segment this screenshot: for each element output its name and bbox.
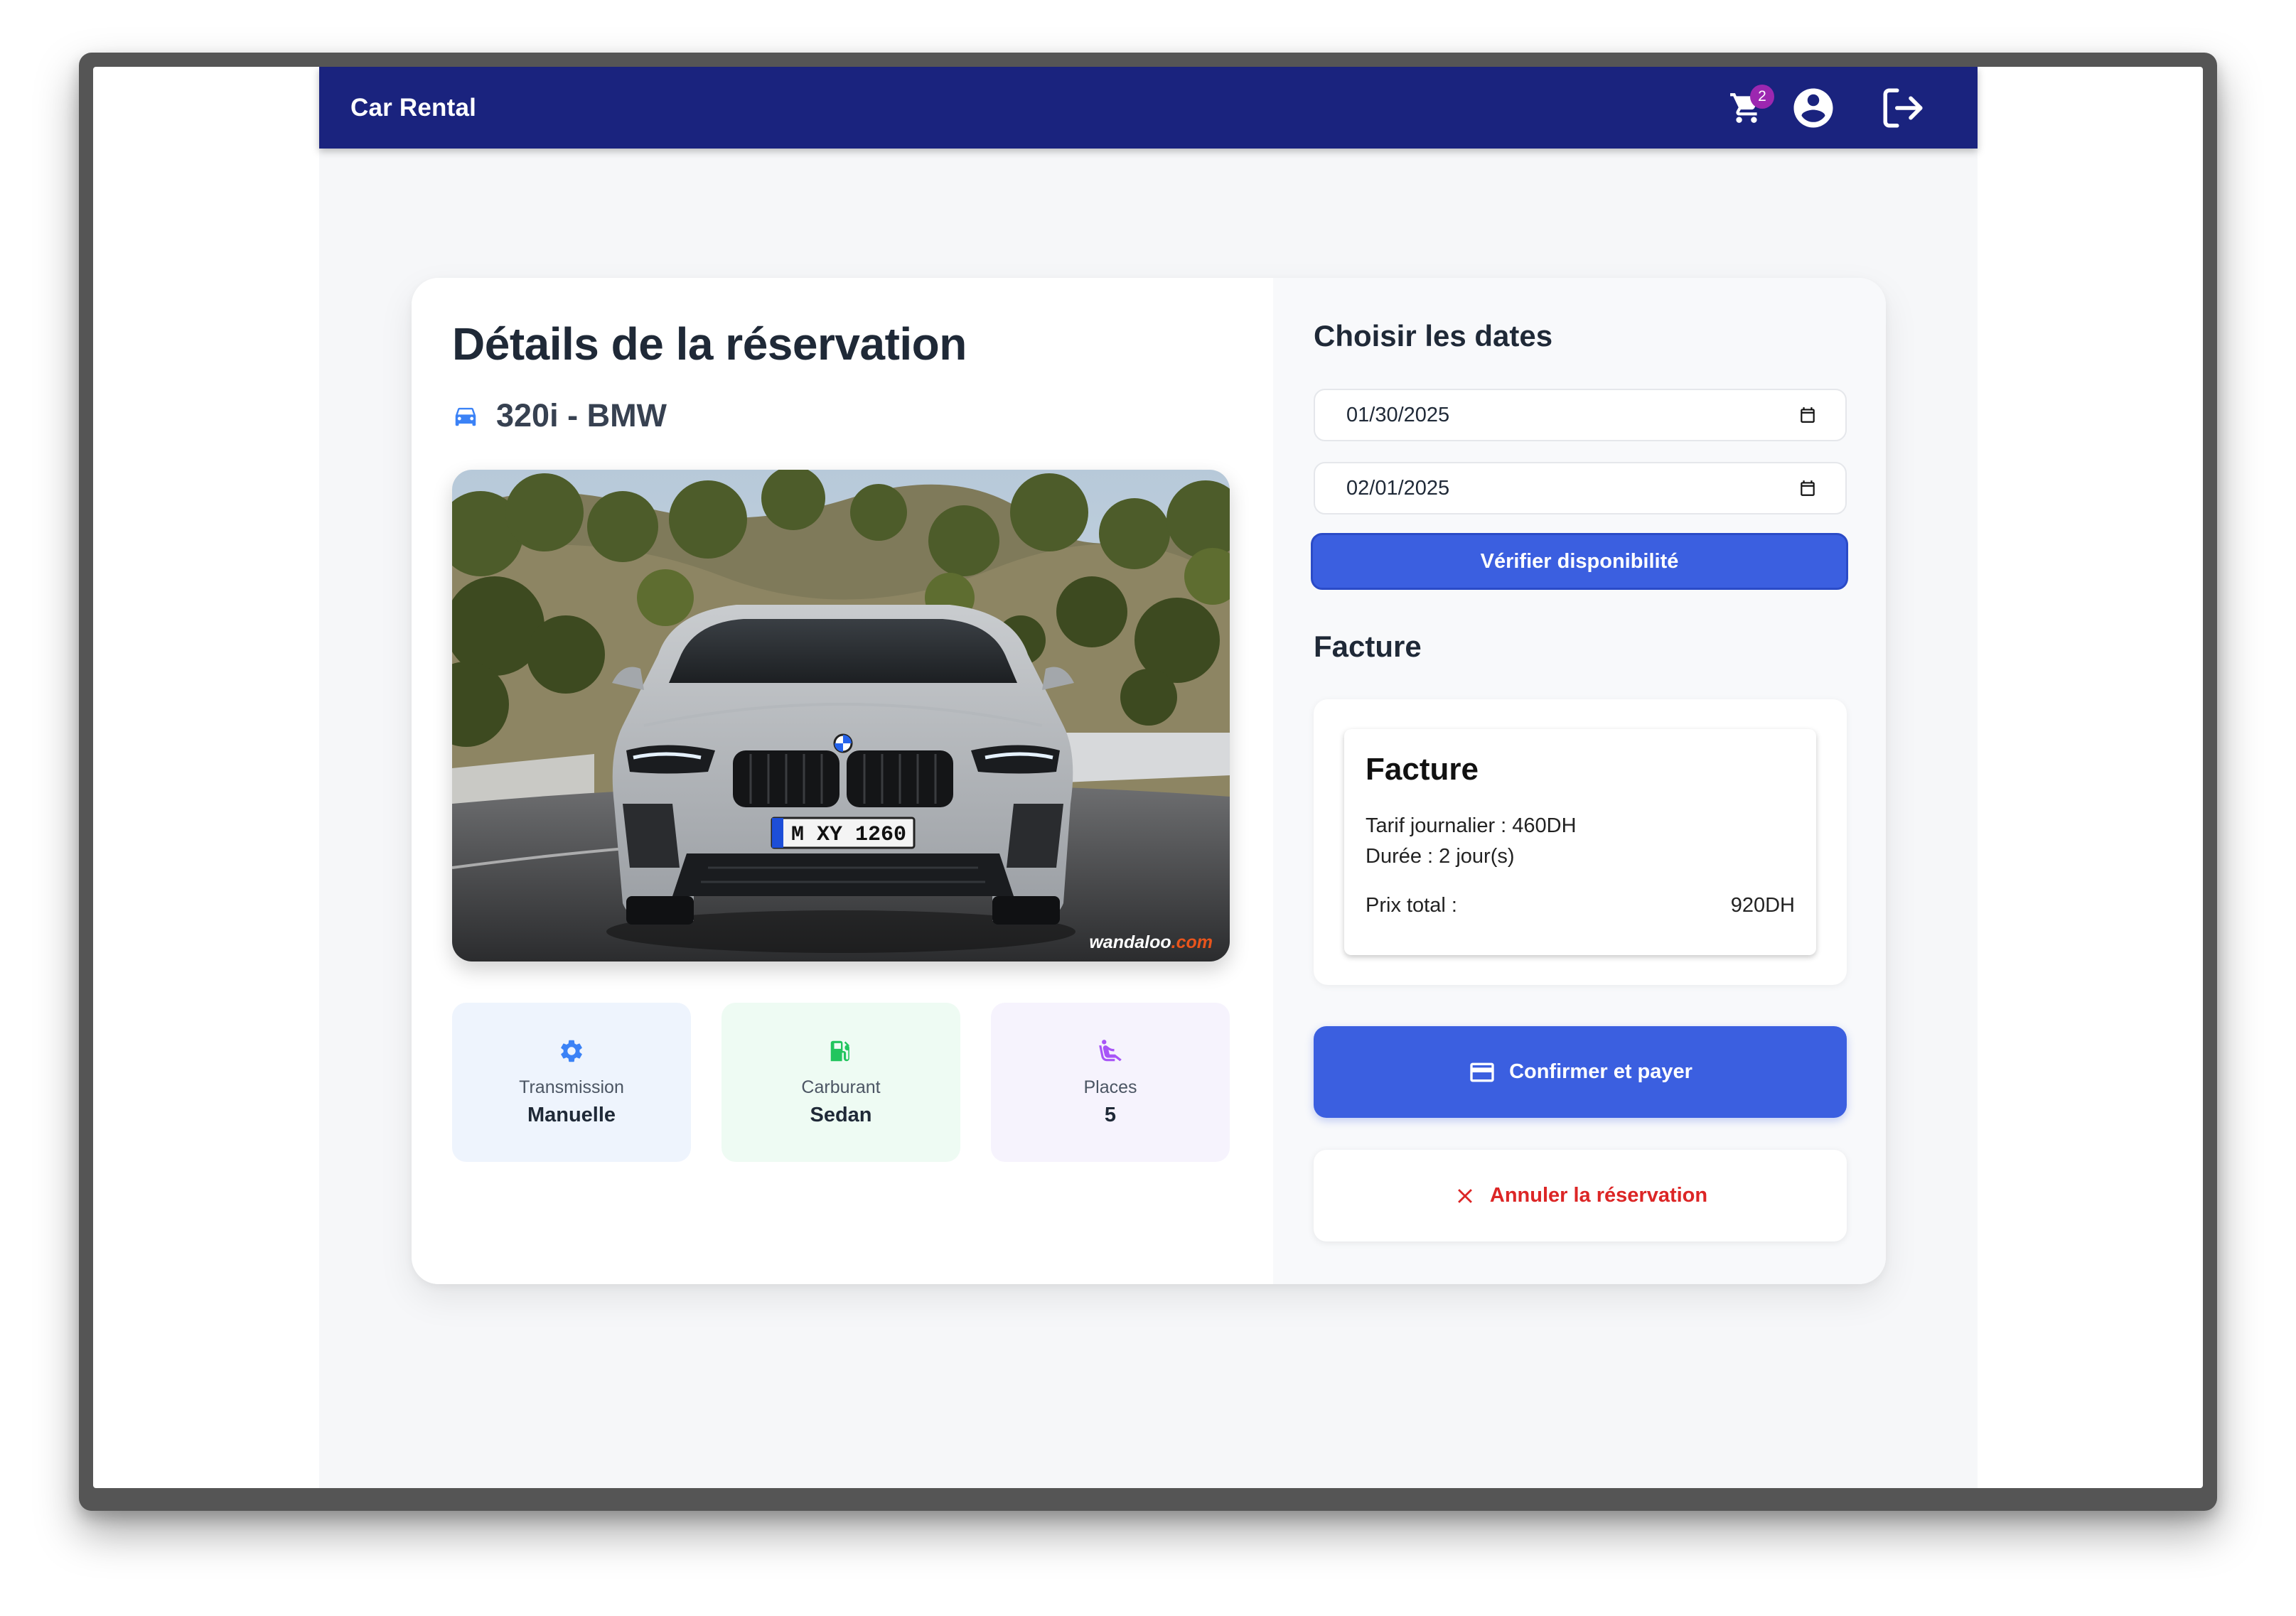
duration: Durée : 2 jour(s) [1366,845,1515,868]
spec-seats: Places 5 [991,1003,1230,1162]
nav-icons: 2 [1715,67,1935,149]
check-availability-button[interactable]: Vérifier disponibilité [1311,533,1848,590]
photo-watermark: wandaloo.com [1089,932,1213,952]
navbar: Car Rental 2 [319,67,1978,149]
license-plate-text: M XY 1260 [791,823,906,847]
reservation-details-panel: Détails de la réservation 320i - BMW M X… [412,278,1273,1284]
spec-label: Transmission [519,1077,624,1097]
spec-value: 5 [1104,1104,1117,1126]
page-title: Détails de la réservation [452,318,967,370]
spec-value: Sedan [810,1104,872,1126]
car-specs: Transmission Manuelle Carburant Sedan Pl… [452,1003,1230,1162]
window-frame: Car Rental 2 Détails de la réservation 3… [79,53,2217,1511]
calendar-icon[interactable] [1798,406,1817,424]
booking-panel: Choisir les dates 01/30/2025 02/01/2025 [1273,278,1886,1284]
confirm-pay-label: Confirmer et payer [1509,1060,1693,1083]
spec-fuel: Carburant Sedan [721,1003,960,1162]
car-photo: M XY 1260 wandaloo.com [452,470,1230,961]
app-container: Car Rental 2 Détails de la réservation 3… [319,67,1978,1488]
daily-rate: Tarif journalier : 460DH [1366,814,1577,837]
cart-count-badge: 2 [1750,84,1774,109]
invoice-heading: Facture [1314,630,1422,663]
cancel-reservation-label: Annuler la réservation [1489,1184,1708,1207]
car-photo-illustration: M XY 1260 [452,470,1230,961]
account-circle-icon [1793,88,1833,127]
invoice-section: Facture Tarif journalier : 460DH Durée :… [1314,699,1847,985]
invoice-title: Facture [1366,752,1479,787]
end-date-input[interactable]: 02/01/2025 [1314,462,1847,515]
calendar-icon[interactable] [1798,479,1817,497]
seat-icon [1099,1040,1122,1062]
cancel-reservation-button[interactable]: Annuler la réservation [1314,1150,1847,1241]
total-value: 920DH [1730,894,1795,917]
brand-title[interactable]: Car Rental [350,94,476,122]
spec-transmission: Transmission Manuelle [452,1003,691,1162]
gear-icon [561,1040,582,1062]
total-label: Prix total : [1366,894,1457,917]
logout-button[interactable] [1871,76,1935,140]
confirm-pay-button[interactable]: Confirmer et payer [1314,1026,1847,1118]
reservation-card: Détails de la réservation 320i - BMW M X… [412,278,1886,1284]
spec-label: Carburant [801,1077,881,1097]
car-icon [455,407,476,426]
fuel-pump-icon [830,1040,850,1062]
spec-label: Places [1083,1077,1137,1097]
cart-button[interactable]: 2 [1715,76,1779,140]
invoice-card: Facture Tarif journalier : 460DH Durée :… [1344,729,1816,955]
car-heading: 320i - BMW [452,397,667,434]
start-date-input[interactable]: 01/30/2025 [1314,389,1847,441]
browser-viewport: Car Rental 2 Détails de la réservation 3… [93,67,2203,1488]
credit-card-icon [1470,1062,1494,1082]
start-date-value: 01/30/2025 [1346,403,1450,426]
logout-icon [1883,88,1923,127]
end-date-value: 02/01/2025 [1346,476,1450,500]
close-icon [1457,1188,1472,1203]
spec-value: Manuelle [527,1104,616,1126]
car-name: 320i - BMW [496,397,667,433]
account-button[interactable] [1781,76,1845,140]
dates-heading: Choisir les dates [1314,319,1553,352]
total-row: Prix total : 920DH [1366,894,1795,917]
